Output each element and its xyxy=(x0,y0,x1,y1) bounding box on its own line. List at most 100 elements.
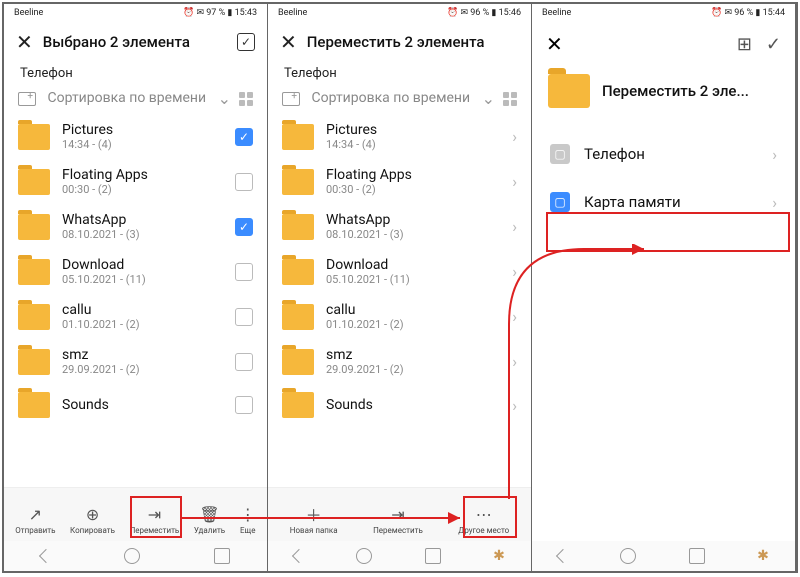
breadcrumb: Телефон xyxy=(4,62,267,85)
folder-icon xyxy=(18,304,50,330)
list-item[interactable]: Pictures14:34 - (4) › xyxy=(268,114,531,159)
action-label: Переместить xyxy=(373,526,423,535)
action-Новая папка[interactable]: ＋Новая папка xyxy=(290,504,338,535)
close-icon[interactable]: ✕ xyxy=(546,32,563,56)
folder-icon xyxy=(282,214,314,240)
close-icon[interactable]: ✕ xyxy=(280,30,297,54)
storage-label: Карта памяти xyxy=(584,193,758,211)
checkbox[interactable] xyxy=(235,308,253,326)
action-icon: 🗑 xyxy=(199,504,219,524)
action-Еще[interactable]: ⋮Еще xyxy=(240,504,256,535)
folder-name: smz xyxy=(326,347,500,363)
chevron-right-icon: › xyxy=(512,127,517,146)
folder-name: Pictures xyxy=(326,122,500,138)
checkbox[interactable] xyxy=(235,396,253,414)
action-Переместить[interactable]: ⇥Переместить xyxy=(130,504,180,535)
sort-label[interactable]: Сортировка по времени xyxy=(44,90,210,106)
checkbox[interactable] xyxy=(235,353,253,371)
folder-meta: 14:34 - (4) xyxy=(326,138,500,151)
folder-name: WhatsApp xyxy=(62,212,223,228)
close-icon[interactable]: ✕ xyxy=(16,30,33,54)
back-icon[interactable] xyxy=(556,549,570,563)
folder-meta: 05.10.2021 - (11) xyxy=(62,273,223,286)
list-item[interactable]: Download05.10.2021 - (11) xyxy=(4,249,267,294)
action-Переместить[interactable]: ⇥Переместить xyxy=(373,504,423,535)
home-icon[interactable] xyxy=(356,548,372,564)
folder-icon xyxy=(282,124,314,150)
folder-name: Floating Apps xyxy=(326,167,500,183)
storage-item[interactable]: ▢Карта памяти› xyxy=(532,178,795,226)
title-bar: ✕ Выбрано 2 элемента ✓ xyxy=(4,22,267,62)
recents-icon[interactable] xyxy=(689,548,705,564)
sort-row: Сортировка по времени ⌄ xyxy=(268,85,531,114)
nav-bar: ✱ xyxy=(268,541,531,571)
action-icon: ⊕ xyxy=(86,504,99,524)
folder-name: Floating Apps xyxy=(62,167,223,183)
storage-item[interactable]: ▢Телефон› xyxy=(532,130,795,178)
list-item[interactable]: callu01.10.2021 - (2)› xyxy=(268,294,531,339)
file-list: Pictures14:34 - (4)Floating Apps00:30 - … xyxy=(4,114,267,487)
chevron-right-icon: › xyxy=(772,145,777,164)
checkbox[interactable] xyxy=(235,128,253,146)
back-icon[interactable] xyxy=(39,549,53,563)
folder-meta: 14:34 - (4) xyxy=(62,138,223,151)
checkbox[interactable] xyxy=(235,263,253,281)
action-Отправить[interactable]: ↗Отправить xyxy=(15,504,55,535)
screen-destination: Beeline ⏰ ✉ 96 % ▮ 15:44 ✕ ⊞ ✓ Перемести… xyxy=(532,4,796,571)
list-item[interactable]: smz29.09.2021 - (2)› xyxy=(268,339,531,384)
recents-icon[interactable] xyxy=(425,548,441,564)
list-item[interactable]: WhatsApp08.10.2021 - (3)› xyxy=(268,204,531,249)
bottom-actions: ↗Отправить ⊕ Копировать ⇥Переместить 🗑Удалит… xyxy=(4,487,267,541)
new-folder-icon[interactable]: ⊞ xyxy=(737,34,752,55)
folder-meta: 01.10.2021 - (2) xyxy=(62,318,223,331)
list-item[interactable]: Floating Apps00:30 - (2) xyxy=(4,159,267,204)
list-item[interactable]: smz29.09.2021 - (2) xyxy=(4,339,267,384)
sort-chevron-icon[interactable]: ⌄ xyxy=(218,89,231,108)
accessibility-icon[interactable]: ✱ xyxy=(757,548,769,564)
storage-icon: ▢ xyxy=(550,192,570,212)
folder-name: callu xyxy=(326,302,500,318)
new-folder-icon[interactable] xyxy=(18,92,36,106)
status-right: ⏰ ✉ 97 % ▮ 15:43 xyxy=(183,8,257,18)
new-folder-icon[interactable] xyxy=(282,92,300,106)
confirm-icon[interactable]: ✓ xyxy=(766,34,781,55)
grid-view-icon[interactable] xyxy=(503,92,517,106)
chevron-right-icon: › xyxy=(512,172,517,191)
list-item[interactable]: WhatsApp08.10.2021 - (3) xyxy=(4,204,267,249)
list-item[interactable]: callu01.10.2021 - (2) xyxy=(4,294,267,339)
folder-icon xyxy=(18,349,50,375)
move-summary: Переместить 2 эле... xyxy=(532,66,795,116)
list-item[interactable]: Pictures14:34 - (4) xyxy=(4,114,267,159)
checkbox[interactable] xyxy=(235,173,253,191)
recents-icon[interactable] xyxy=(214,548,230,564)
select-all-checkbox[interactable]: ✓ xyxy=(237,33,255,51)
action-Копировать[interactable]: ⊕ Копировать xyxy=(70,504,115,535)
sort-label[interactable]: Сортировка по времени xyxy=(308,90,474,106)
title-bar: ✕ Переместить 2 элемента xyxy=(268,22,531,62)
back-icon[interactable] xyxy=(292,549,306,563)
grid-view-icon[interactable] xyxy=(239,92,253,106)
nav-bar: ✱ xyxy=(532,541,795,571)
bottom-actions: ＋Новая папка ⇥Переместить ⋯Другое место xyxy=(268,487,531,541)
sort-chevron-icon[interactable]: ⌄ xyxy=(482,89,495,108)
page-title: Переместить 2 элемента xyxy=(307,33,519,51)
action-label: Копировать xyxy=(70,526,115,535)
action-Другое место[interactable]: ⋯Другое место xyxy=(458,504,509,535)
list-item[interactable]: Sounds› xyxy=(268,384,531,426)
folder-icon xyxy=(282,259,314,285)
screen-move: Beeline ⏰ ✉ 96 % ▮ 15:46 ✕ Переместить 2… xyxy=(268,4,532,571)
chevron-right-icon: › xyxy=(512,307,517,326)
home-icon[interactable] xyxy=(620,548,636,564)
checkbox[interactable] xyxy=(235,218,253,236)
list-item[interactable]: Floating Apps00:30 - (2)› xyxy=(268,159,531,204)
accessibility-icon[interactable]: ✱ xyxy=(493,548,505,564)
home-icon[interactable] xyxy=(124,548,140,564)
action-Удалить[interactable]: 🗑Удалить xyxy=(194,504,225,535)
folder-icon xyxy=(18,124,50,150)
list-item[interactable]: Download05.10.2021 - (11)› xyxy=(268,249,531,294)
folder-name: Download xyxy=(326,257,500,273)
list-item[interactable]: Sounds xyxy=(4,384,267,426)
status-bar: Beeline ⏰ ✉ 97 % ▮ 15:43 xyxy=(4,4,267,22)
chevron-right-icon: › xyxy=(512,396,517,415)
folder-meta: 00:30 - (2) xyxy=(62,183,223,196)
